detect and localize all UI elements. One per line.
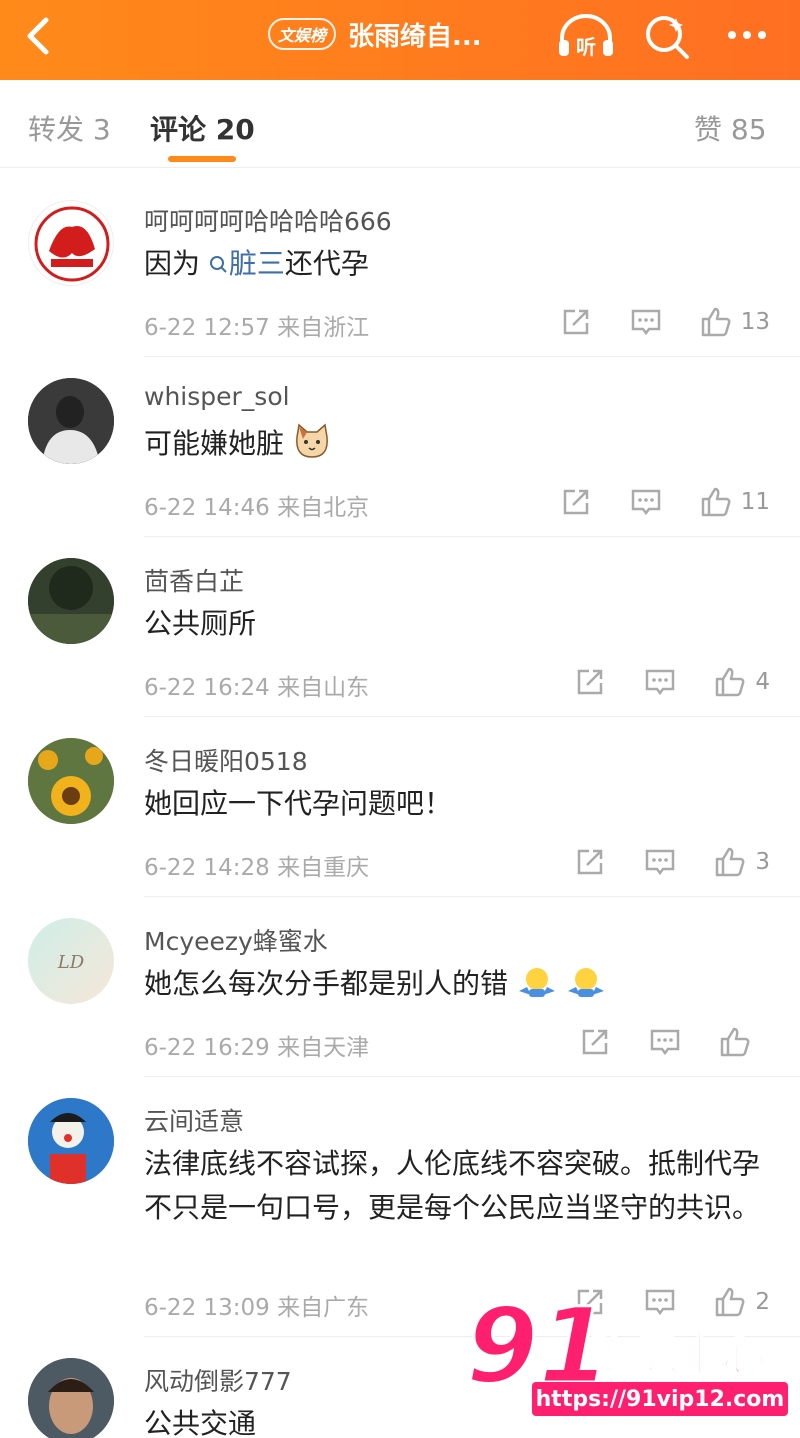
comment-text: 因为 脏三还代孕 (144, 247, 369, 280)
tab-repost[interactable]: 转发 3 (28, 108, 111, 148)
avatar[interactable] (28, 558, 114, 644)
like-icon[interactable] (718, 1025, 752, 1059)
active-tab-indicator (168, 156, 236, 162)
svg-text:LD: LD (57, 952, 85, 973)
search-keyword-link[interactable]: 脏三 (209, 247, 285, 280)
comment-text: 她回应一下代孕问题吧！ (144, 787, 453, 820)
share-icon[interactable] (559, 305, 593, 339)
share-icon[interactable] (578, 1025, 612, 1059)
svg-text:https://91vip12.com: https://91vip12.com (536, 1387, 785, 1412)
page-title: 张雨绮自... (348, 21, 482, 52)
like-icon[interactable] (713, 665, 747, 699)
search-sparkle-icon (646, 16, 689, 59)
avatar[interactable] (28, 378, 114, 464)
comment-actions: 11 (523, 484, 770, 520)
avatar[interactable]: LD (28, 918, 114, 1004)
comment-username[interactable]: 呵呵呵呵哈哈哈哈666 (144, 202, 392, 238)
watermark-logo: 91 吃瓜中心 https://91vip12.com (462, 1284, 792, 1420)
shrug-emoji-icon (567, 968, 604, 997)
cat-face-icon (295, 423, 328, 458)
comment-meta: 6-22 14:28 来自重庆 (144, 855, 370, 881)
avatar[interactable] (28, 1098, 114, 1184)
like-icon[interactable] (713, 845, 747, 879)
comment-icon[interactable] (629, 305, 663, 339)
comment-username[interactable]: 云间适意 (144, 1102, 244, 1138)
like-count: 3 (755, 849, 770, 875)
comment-username[interactable]: 风动倒影777 (144, 1362, 292, 1398)
comment-meta: 6-22 12:57 来自浙江 (144, 315, 370, 341)
svg-text:听: 听 (576, 35, 596, 59)
svg-text:吃瓜中心: 吃瓜中心 (590, 1330, 766, 1381)
more-icon (728, 31, 766, 39)
comment-username[interactable]: 冬日暖阳0518 (144, 742, 308, 778)
comment-tabs: 转发 3 评论 20 赞 85 (0, 80, 800, 168)
comment-meta: 6-22 14:46 来自北京 (144, 495, 370, 521)
comment-meta: 6-22 16:29 来自天津 (144, 1035, 370, 1061)
divider (144, 896, 800, 897)
divider (144, 1076, 800, 1077)
hot-list-badge: 文娱榜 (268, 18, 337, 50)
like-icon[interactable] (699, 485, 733, 519)
comment-text: 她怎么每次分手都是别人的错 (144, 962, 764, 1006)
comment-icon[interactable] (629, 485, 663, 519)
avatar[interactable] (28, 200, 114, 286)
like-count: 11 (740, 489, 770, 515)
more-button[interactable] (722, 12, 772, 58)
search-button[interactable] (642, 12, 692, 59)
comment-icon[interactable] (648, 1025, 682, 1059)
comment-actions: 13 (523, 304, 770, 340)
comment-text: 公共厕所 (144, 607, 257, 640)
comment-text: 法律底线不容试探，人伦底线不容突破。抵制代孕不只是一句口号，更是每个公民应当坚守… (144, 1147, 761, 1224)
like-count: 13 (740, 309, 770, 335)
share-icon[interactable] (559, 485, 593, 519)
header-title-group[interactable]: 文娱榜 张雨绮自... (268, 16, 482, 52)
comment-meta: 6-22 16:24 来自山东 (144, 675, 370, 701)
comment-icon[interactable] (643, 665, 677, 699)
comment-username[interactable]: whisper_sol (144, 382, 290, 411)
avatar[interactable] (28, 1358, 114, 1438)
comment-username[interactable]: 茴香白芷 (144, 562, 244, 598)
like-count: 4 (755, 669, 770, 695)
back-button[interactable] (18, 14, 62, 58)
comment-actions: 4 (537, 664, 770, 700)
tab-comments[interactable]: 评论 20 (150, 108, 255, 148)
tab-likes[interactable]: 赞 85 (694, 108, 767, 148)
comment-actions (542, 1024, 770, 1060)
divider (144, 536, 800, 537)
divider (144, 356, 800, 357)
comment-username[interactable]: Mcyeezy蜂蜜水 (144, 922, 328, 958)
top-bar: 文娱榜 张雨绮自... 听 (0, 0, 800, 80)
comment-meta: 6-22 13:09 来自广东 (144, 1295, 370, 1321)
comment-icon[interactable] (643, 845, 677, 879)
headphones-icon: 听 (559, 14, 613, 59)
avatar[interactable] (28, 738, 114, 824)
share-icon[interactable] (573, 845, 607, 879)
share-icon[interactable] (573, 665, 607, 699)
shrug-emoji-icon (518, 968, 555, 997)
like-icon[interactable] (699, 305, 733, 339)
search-icon (209, 256, 227, 273)
comment-text: 可能嫌她脏 (144, 422, 764, 466)
divider (144, 716, 800, 717)
chevron-left-icon (27, 17, 49, 55)
listen-button[interactable]: 听 (556, 12, 613, 59)
comment-actions: 3 (537, 844, 770, 880)
